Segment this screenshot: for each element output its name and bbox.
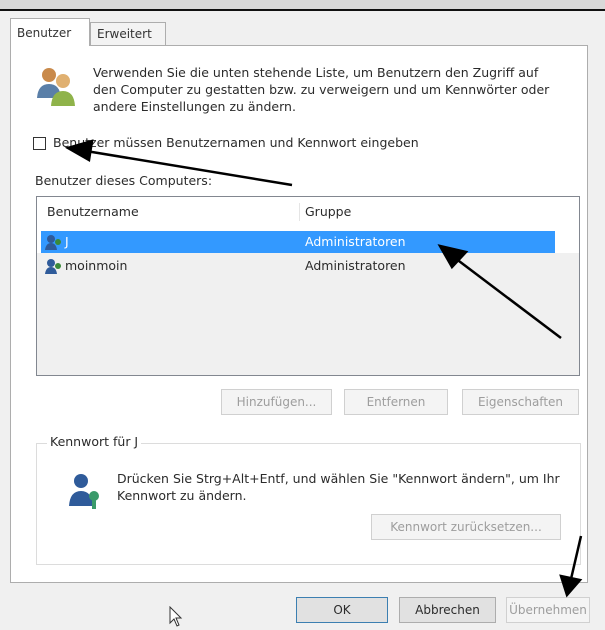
user-list[interactable]: Benutzername Gruppe J Administratoren mo… bbox=[36, 196, 580, 376]
user-name: moinmoin bbox=[65, 258, 128, 273]
reset-password-button[interactable]: Kennwort zurücksetzen... bbox=[371, 514, 561, 540]
window-title-strip bbox=[0, 0, 605, 11]
properties-button[interactable]: Eigenschaften bbox=[462, 389, 579, 415]
column-header-username[interactable]: Benutzername bbox=[47, 201, 139, 223]
user-name: J bbox=[65, 234, 69, 249]
remove-user-button[interactable]: Entfernen bbox=[344, 389, 448, 415]
user-group: Administratoren bbox=[305, 234, 406, 249]
apply-button[interactable]: Übernehmen bbox=[506, 597, 590, 623]
user-icon bbox=[45, 259, 61, 274]
user-key-icon bbox=[69, 474, 99, 509]
user-accounts-dialog: Benutzer Erweitert Verwenden Sie die unt… bbox=[0, 0, 605, 630]
users-icon bbox=[37, 68, 75, 106]
add-user-button[interactable]: Hinzufügen... bbox=[221, 389, 332, 415]
user-row-moinmoin[interactable]: moinmoin Administratoren bbox=[41, 255, 555, 277]
require-login-checkbox[interactable] bbox=[33, 137, 46, 150]
mouse-cursor-icon bbox=[169, 606, 183, 627]
require-login-label[interactable]: Benutzer müssen Benutzernamen und Kennwo… bbox=[53, 134, 419, 152]
password-groupbox bbox=[36, 443, 581, 565]
user-row-j[interactable]: J Administratoren bbox=[41, 231, 555, 253]
tab-erweitert[interactable]: Erweitert bbox=[90, 22, 166, 45]
intro-text: Verwenden Sie die unten stehende Liste, … bbox=[93, 65, 550, 114]
password-help-text: Drücken Sie Strg+Alt+Entf, und wählen Si… bbox=[117, 471, 560, 503]
column-header-group[interactable]: Gruppe bbox=[305, 201, 351, 223]
ok-button[interactable]: OK bbox=[296, 597, 388, 623]
password-groupbox-title: Kennwort für J bbox=[47, 433, 142, 451]
users-section-label: Benutzer dieses Computers: bbox=[35, 173, 213, 188]
column-separator[interactable] bbox=[299, 203, 300, 221]
user-icon bbox=[45, 235, 61, 250]
cancel-button[interactable]: Abbrechen bbox=[399, 597, 496, 623]
tab-benutzer[interactable]: Benutzer bbox=[10, 18, 90, 46]
tab-bar: Benutzer Erweitert bbox=[10, 18, 590, 46]
user-group: Administratoren bbox=[305, 258, 406, 273]
